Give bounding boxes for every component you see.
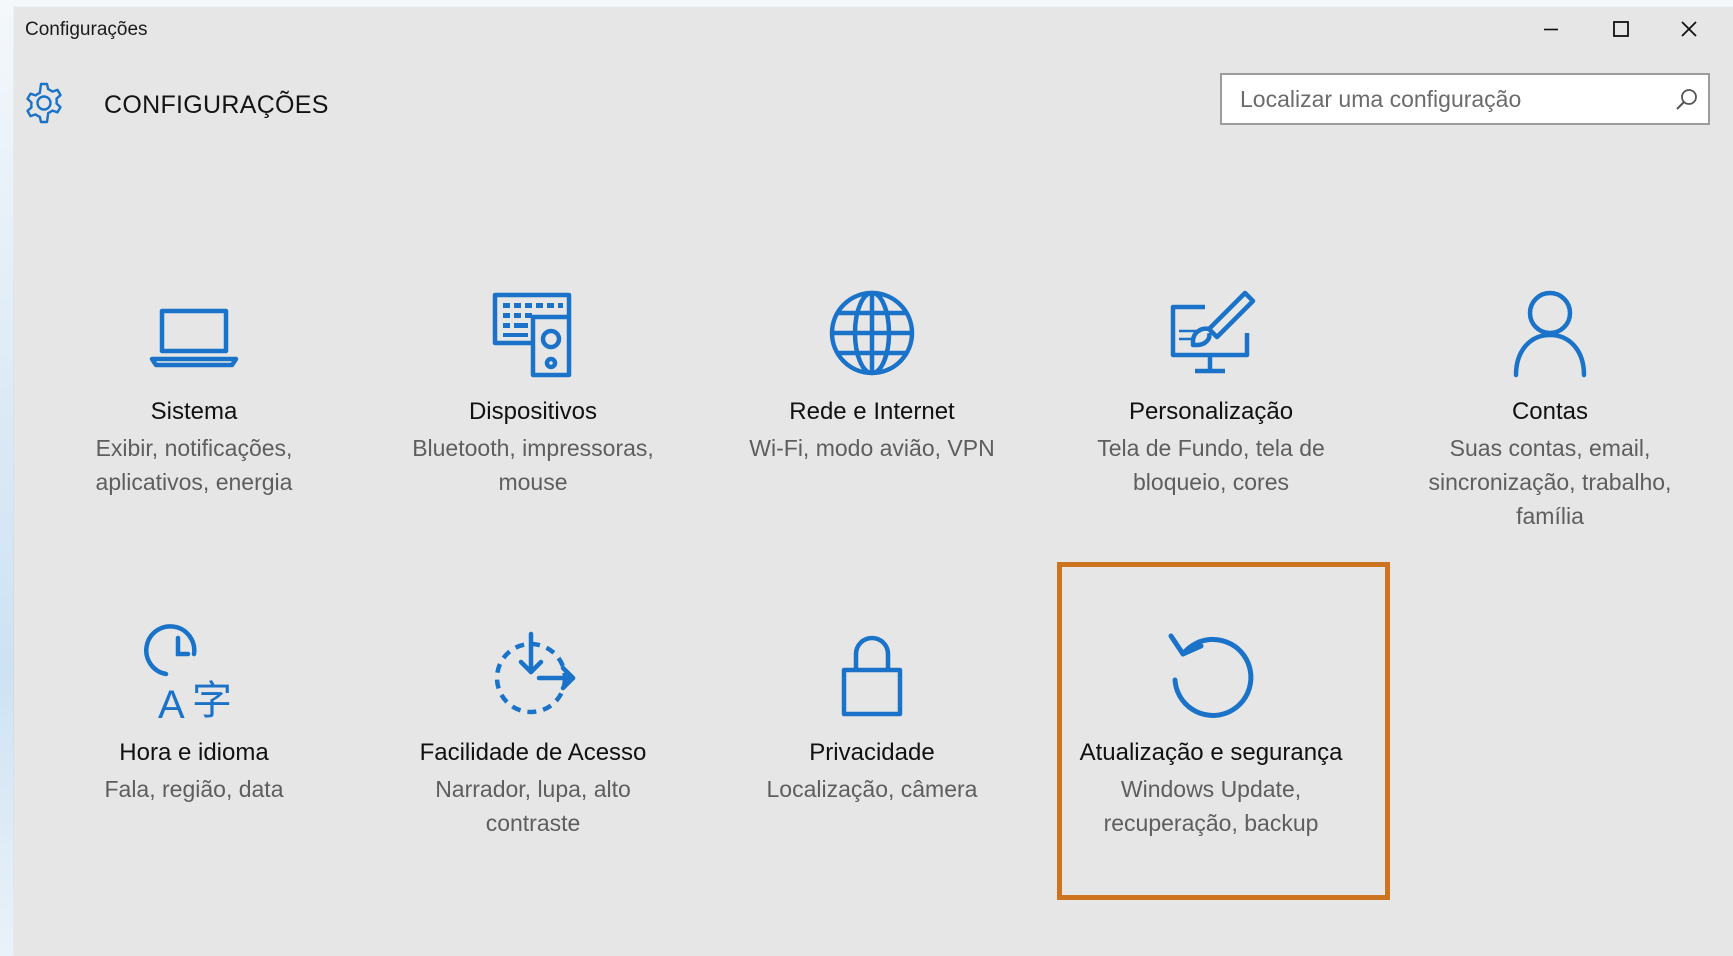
tile-title: Dispositivos [468,398,598,425]
tile-contas[interactable]: Contas Suas contas, email, sincronização… [1390,283,1710,533]
page-title: CONFIGURAÇÕES [104,91,329,119]
tile-desc-line: Wi-Fi, modo avião, VPN [749,435,995,461]
tile-title: Personalização [1128,398,1294,425]
tile-desc-line: Fala, região, data [104,776,284,802]
close-button[interactable] [1654,7,1724,51]
search-box[interactable] [1220,73,1710,125]
tile-desc-line: contraste [485,810,581,836]
tile-title: Privacidade [809,739,935,766]
tile-desc-line: Tela de Fundo, tela de [1097,435,1325,461]
personalization-icon [1170,290,1256,374]
tile-desc-line: Bluetooth, impressoras, [412,435,654,461]
tile-privacidade[interactable]: Privacidade Localização, câmera [712,624,1032,806]
tile-desc-line: Narrador, lupa, alto [435,776,631,802]
tile-desc-line: bloqueio, cores [1133,469,1289,495]
search-input[interactable] [1222,75,1662,123]
tile-description: Wi-Fi, modo avião, VPN [712,431,1032,465]
laptop-icon [149,308,239,368]
tile-title: Hora e idioma [119,739,269,766]
tile-desc-line: mouse [498,469,568,495]
tile-description: Bluetooth, impressoras, mouse [373,431,693,499]
tile-desc-line: sincronização, trabalho, [1428,469,1672,495]
tile-description: Localização, câmera [712,772,1032,806]
close-icon [1681,21,1697,37]
minimize-button[interactable] [1516,7,1586,51]
tile-sistema[interactable]: Sistema Exibir, notificações, aplicativo… [34,283,354,499]
lock-icon [841,635,903,717]
tile-desc-line: Exibir, notificações, [95,435,293,461]
devices-icon [492,292,572,378]
tile-desc-line: aplicativos, energia [95,469,293,495]
tile-rede-internet[interactable]: Rede e Internet Wi-Fi, modo avião, VPN [712,283,1032,465]
minimize-icon [1544,28,1558,31]
tile-description: Fala, região, data [34,772,354,806]
svg-text:字: 字 [192,678,232,724]
maximize-icon [1613,21,1629,37]
person-icon [1513,290,1587,378]
tile-description: Exibir, notificações, aplicativos, energ… [34,431,354,499]
tile-title: Facilidade de Acesso [419,739,647,766]
tile-title: Sistema [150,398,238,425]
search-icon[interactable] [1674,87,1700,113]
tile-desc-line: família [1516,503,1584,529]
title-bar: Configurações [14,7,1733,51]
tile-description: Narrador, lupa, alto contraste [373,772,693,840]
tile-dispositivos[interactable]: Dispositivos Bluetooth, impressoras, mou… [373,283,693,499]
tile-title: Rede e Internet [789,398,955,425]
ease-of-access-icon [494,631,576,715]
tile-facilidade-acesso[interactable]: Facilidade de Acesso Narrador, lupa, alt… [373,624,693,840]
maximize-button[interactable] [1586,7,1656,51]
tile-desc-line: Localização, câmera [766,776,978,802]
svg-text:A: A [158,683,185,724]
highlight-frame [1057,562,1390,900]
tile-personalizacao[interactable]: Personalização Tela de Fundo, tela de bl… [1051,283,1371,499]
tile-desc-line: Suas contas, email, [1449,435,1651,461]
tile-description: Tela de Fundo, tela de bloqueio, cores [1051,431,1371,499]
globe-icon [829,290,915,376]
time-language-icon: A 字 [144,624,232,724]
settings-window: Configurações CONFIGURAÇÕES Localizar um… [14,7,1733,956]
gear-icon [26,82,62,124]
tile-hora-idioma[interactable]: A 字 Hora e idioma Fala, região, data [34,624,354,806]
tile-title: Contas [1511,398,1589,425]
window-title: Configurações [25,19,148,40]
tile-description: Suas contas, email, sincronização, traba… [1390,431,1710,533]
